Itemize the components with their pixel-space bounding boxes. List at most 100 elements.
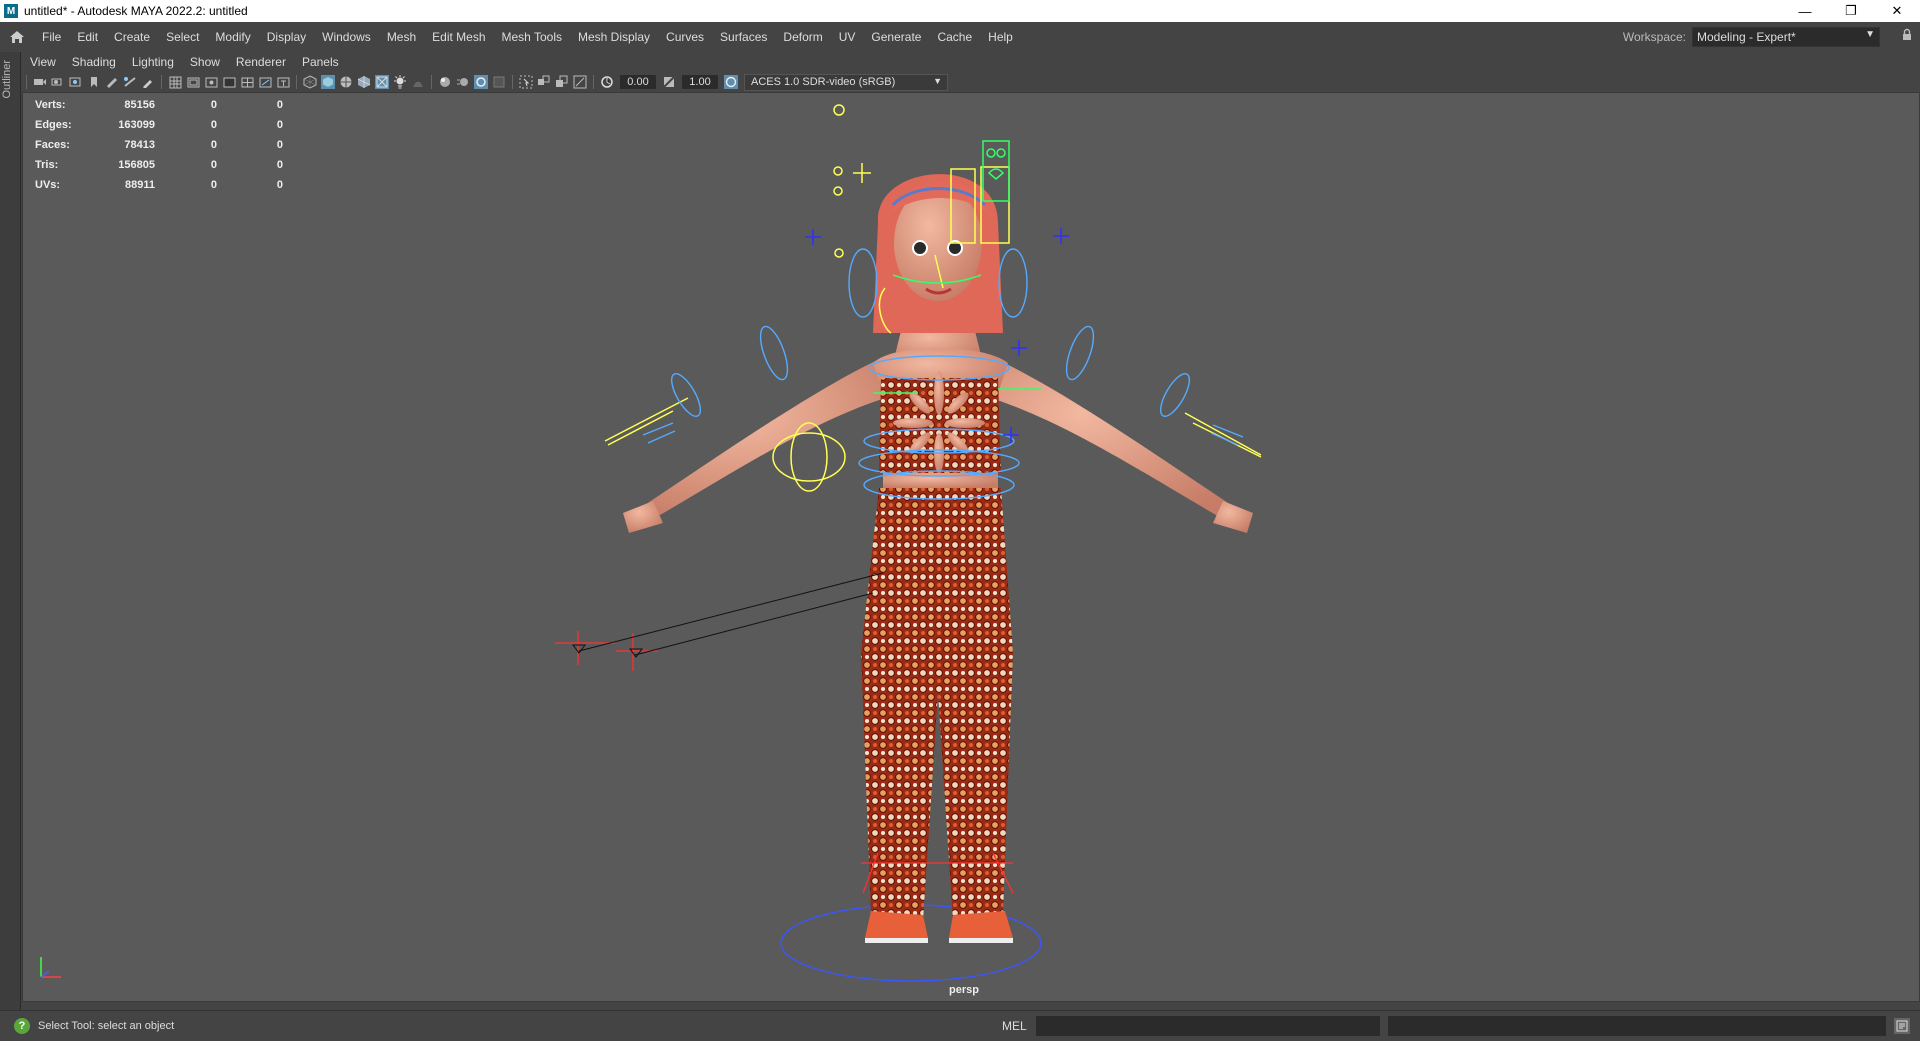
pole-vector-lines xyxy=(572,572,884,658)
viewport-toolbar: 0.00 1.00 ACES 1.0 SDR-video (sRGB) ▼ xyxy=(22,72,1920,92)
menu-curves[interactable]: Curves xyxy=(658,22,712,52)
use-all-lights-icon[interactable] xyxy=(393,75,407,89)
right-shoe xyxy=(949,911,1013,938)
menu-file[interactable]: File xyxy=(34,22,69,52)
gamma-field[interactable]: 1.00 xyxy=(682,75,718,89)
ambient-occlusion-icon[interactable] xyxy=(438,75,452,89)
menu-help[interactable]: Help xyxy=(980,22,1021,52)
menu-display[interactable]: Display xyxy=(259,22,314,52)
midriff xyxy=(883,473,998,488)
film-gate-icon[interactable] xyxy=(186,75,200,89)
menu-mesh[interactable]: Mesh xyxy=(379,22,424,52)
grease-pencil-icon[interactable] xyxy=(105,75,119,89)
menu-edit-mesh[interactable]: Edit Mesh xyxy=(424,22,493,52)
safe-action-icon[interactable] xyxy=(258,75,272,89)
panel-menu-renderer[interactable]: Renderer xyxy=(228,55,294,69)
panel-menu-lighting[interactable]: Lighting xyxy=(124,55,182,69)
minimize-icon[interactable]: — xyxy=(1782,0,1828,22)
toolbar-divider xyxy=(593,75,594,89)
menu-mesh-tools[interactable]: Mesh Tools xyxy=(494,22,570,52)
command-line-input[interactable] xyxy=(1036,1016,1380,1036)
smooth-shade-icon[interactable] xyxy=(321,75,335,89)
gate-mask-icon[interactable] xyxy=(222,75,236,89)
resolution-gate-icon[interactable] xyxy=(204,75,218,89)
left-arm xyxy=(633,353,903,525)
close-icon[interactable]: ✕ xyxy=(1874,0,1920,22)
xray-joints-icon[interactable] xyxy=(537,75,551,89)
panel-menu-panels[interactable]: Panels xyxy=(294,55,347,69)
toolbar-divider xyxy=(26,75,27,89)
bookmarks-icon[interactable] xyxy=(69,75,83,89)
menu-deform[interactable]: Deform xyxy=(775,22,830,52)
main-menu-bar: File Edit Create Select Modify Display W… xyxy=(0,22,1920,52)
color-space-dropdown[interactable]: ACES 1.0 SDR-video (sRGB) ▼ xyxy=(744,73,948,91)
camera-attributes-icon[interactable] xyxy=(51,75,65,89)
view-axis-icon xyxy=(37,951,67,984)
menu-uv[interactable]: UV xyxy=(831,22,864,52)
multisample-aa-icon[interactable] xyxy=(474,75,488,89)
menu-modify[interactable]: Modify xyxy=(207,22,258,52)
menu-cache[interactable]: Cache xyxy=(929,22,980,52)
toolbar-divider xyxy=(431,75,432,89)
wireframe-on-shaded-icon[interactable] xyxy=(339,75,353,89)
grid-icon[interactable] xyxy=(168,75,182,89)
workspace-dropdown[interactable]: Modeling - Expert* ▼ xyxy=(1692,27,1880,47)
panel-menu-bar: View Shading Lighting Show Renderer Pane… xyxy=(22,52,1920,72)
panel-menu-show[interactable]: Show xyxy=(182,55,228,69)
chevron-down-icon: ▼ xyxy=(933,75,942,86)
script-editor-icon[interactable] xyxy=(1894,1018,1910,1034)
panel-menu-view[interactable]: View xyxy=(22,55,64,69)
xray-active-components-icon[interactable] xyxy=(555,75,569,89)
outliner-label: Outliner xyxy=(1,60,13,99)
window-title: untitled* - Autodesk MAYA 2022.2: untitl… xyxy=(24,4,248,18)
menu-windows[interactable]: Windows xyxy=(314,22,379,52)
image-plane-icon[interactable] xyxy=(87,75,101,89)
select-camera-icon[interactable] xyxy=(33,75,47,89)
menu-select[interactable]: Select xyxy=(158,22,207,52)
menu-generate[interactable]: Generate xyxy=(863,22,929,52)
poly-count-hud: Verts: 85156 0 0 Edges: 163099 0 0 Faces… xyxy=(35,95,283,195)
x-ray-icon[interactable] xyxy=(375,75,389,89)
workspace-selector: Workspace: Modeling - Expert* ▼ xyxy=(1623,27,1880,47)
menu-mesh-display[interactable]: Mesh Display xyxy=(570,22,658,52)
help-line-text: Select Tool: select an object xyxy=(38,1020,175,1032)
perspective-viewport[interactable]: Verts: 85156 0 0 Edges: 163099 0 0 Faces… xyxy=(22,92,1920,1002)
hud-row: Edges: 163099 0 0 xyxy=(35,119,283,131)
maya-logo-icon: M xyxy=(4,4,18,18)
workspace-label: Workspace: xyxy=(1622,30,1686,44)
help-icon[interactable]: ? xyxy=(14,1018,30,1034)
hud-row: Faces: 78413 0 0 xyxy=(35,139,283,151)
help-line: ? Select Tool: select an object MEL xyxy=(0,1010,1920,1041)
safe-title-icon[interactable] xyxy=(276,75,290,89)
depth-of-field-icon[interactable] xyxy=(492,75,506,89)
exposure-icon[interactable] xyxy=(600,75,614,89)
field-chart-icon[interactable] xyxy=(240,75,254,89)
home-icon[interactable] xyxy=(6,26,28,48)
workspace-value: Modeling - Expert* xyxy=(1697,30,1796,44)
gamma-icon[interactable] xyxy=(662,75,676,89)
wireframe-icon[interactable] xyxy=(303,75,317,89)
panel-menu-shading[interactable]: Shading xyxy=(64,55,124,69)
isolate-select-icon[interactable] xyxy=(519,75,533,89)
menu-surfaces[interactable]: Surfaces xyxy=(712,22,775,52)
exposure-field[interactable]: 0.00 xyxy=(620,75,656,89)
outliner-tab[interactable]: Outliner xyxy=(0,52,21,1010)
view-transform-icon[interactable] xyxy=(724,75,738,89)
toolbar-divider xyxy=(161,75,162,89)
pencil-icon[interactable] xyxy=(141,75,155,89)
menu-create[interactable]: Create xyxy=(106,22,158,52)
dress-pants xyxy=(861,488,1013,921)
restore-icon[interactable]: ❐ xyxy=(1828,0,1874,22)
script-language-toggle[interactable]: MEL xyxy=(1002,1019,1027,1033)
hud-row: Tris: 156805 0 0 xyxy=(35,159,283,171)
textured-icon[interactable] xyxy=(357,75,371,89)
lock-icon[interactable] xyxy=(1902,28,1912,44)
toolbar-divider xyxy=(296,75,297,89)
motion-blur-icon[interactable] xyxy=(456,75,470,89)
left-shoe xyxy=(865,911,928,938)
backface-culling-icon[interactable] xyxy=(573,75,587,89)
menu-edit[interactable]: Edit xyxy=(69,22,106,52)
color-space-value: ACES 1.0 SDR-video (sRGB) xyxy=(751,76,896,88)
two-d-pan-icon[interactable] xyxy=(123,75,137,89)
shadows-icon[interactable] xyxy=(411,75,425,89)
